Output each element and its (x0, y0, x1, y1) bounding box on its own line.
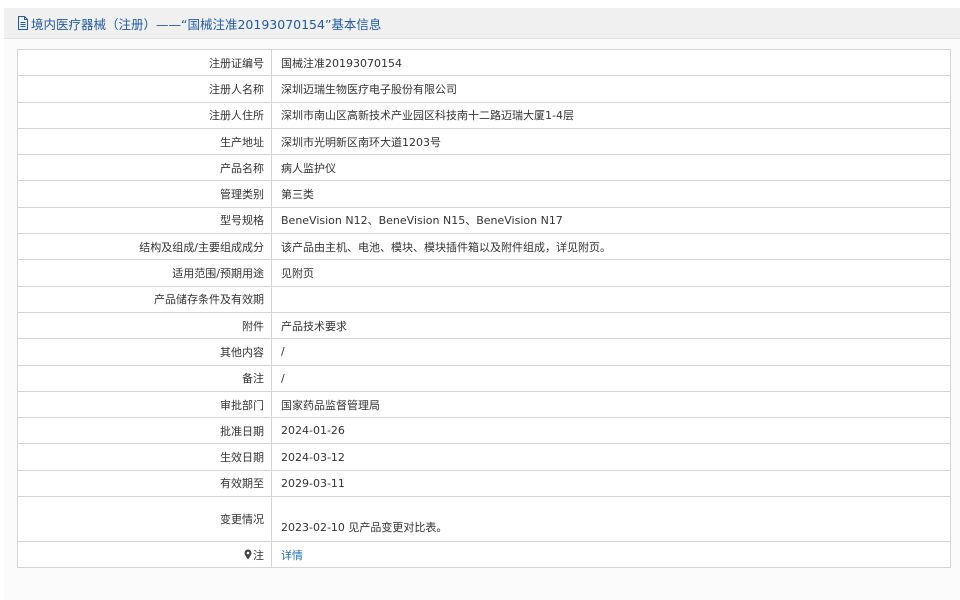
table-row: 产品储存条件及有效期 (17, 285, 951, 313)
info-table: 注册证编号 国械注准20193070154 注册人名称 深圳迈瑞生物医疗电子股份… (17, 48, 951, 569)
table-row: 产品名称 病人监护仪 (17, 154, 951, 182)
row-label: 适用范围/预期用途 (17, 259, 272, 287)
row-value: 病人监护仪 (271, 154, 951, 182)
row-label: 注册人住所 (17, 101, 272, 129)
row-value: 深圳迈瑞生物医疗电子股份有限公司 (271, 75, 951, 103)
table-row: 批准日期 2024-01-26 (17, 417, 951, 445)
table-row: 变更情况 2023-02-10 见产品变更对比表。 (17, 496, 951, 543)
row-value: 该产品由主机、电池、模块、模块插件箱以及附件组成，详见附页。 (271, 233, 951, 261)
table-row: 型号规格 BeneVision N12、BeneVision N15、BeneV… (17, 206, 951, 235)
table-row: 注册人住所 深圳市南山区高新技术产业园区科技南十二路迈瑞大厦1-4层 (17, 101, 951, 129)
row-value: 产品技术要求 (271, 311, 951, 340)
row-value: 见附页 (271, 259, 951, 287)
note-label: 注 (253, 548, 264, 562)
row-label: 产品储存条件及有效期 (17, 285, 272, 313)
row-value: 2024-01-26 (271, 417, 951, 445)
details-link[interactable]: 详情 (281, 549, 303, 562)
row-value: / (271, 338, 951, 366)
page-title: 境内医疗器械（注册）——“国械注准20193070154”基本信息 (31, 16, 382, 32)
note-value-cell: 详情 (271, 541, 951, 569)
row-value: 第三类 (271, 180, 951, 208)
table-row: 生效日期 2024-03-12 (17, 443, 951, 471)
pin-icon (244, 549, 252, 560)
row-label: 生效日期 (17, 443, 272, 471)
page-header: 境内医疗器械（注册）——“国械注准20193070154”基本信息 (4, 8, 960, 39)
row-label: 有效期至 (17, 469, 272, 498)
table-row: 注册人名称 深圳迈瑞生物医疗电子股份有限公司 (17, 75, 951, 103)
page: 境内医疗器械（注册）——“国械注准20193070154”基本信息 注册证编号 … (0, 0, 960, 600)
row-value: 深圳市南山区高新技术产业园区科技南十二路迈瑞大厦1-4层 (271, 101, 951, 129)
row-value: 2029-03-11 (271, 469, 951, 498)
row-label: 变更情况 (17, 496, 272, 543)
table-row: 审批部门 国家药品监督管理局 (17, 390, 951, 419)
table-row: 管理类别 第三类 (17, 180, 951, 208)
table-row: 其他内容 / (17, 338, 951, 366)
row-label: 产品名称 (17, 154, 272, 182)
row-value: 2023-02-10 见产品变更对比表。 (271, 496, 951, 543)
row-value: 国械注准20193070154 (271, 48, 951, 77)
row-label: 备注 (17, 364, 272, 392)
row-value: 国家药品监督管理局 (271, 390, 951, 419)
table-row: 备注 / (17, 364, 951, 392)
note-label-cell: 注 (17, 541, 272, 569)
row-label: 管理类别 (17, 180, 272, 208)
row-label: 注册人名称 (17, 75, 272, 103)
table-row: 注册证编号 国械注准20193070154 (17, 48, 951, 77)
table-row: 有效期至 2029-03-11 (17, 469, 951, 498)
row-label: 型号规格 (17, 206, 272, 235)
row-value (271, 285, 951, 313)
row-label: 注册证编号 (17, 48, 272, 77)
table-row: 生产地址 深圳市光明新区南环大道1203号 (17, 127, 951, 156)
row-value: 2024-03-12 (271, 443, 951, 471)
table-row: 适用范围/预期用途 见附页 (17, 259, 951, 287)
row-value: / (271, 364, 951, 392)
row-value: 深圳市光明新区南环大道1203号 (271, 127, 951, 156)
row-label: 批准日期 (17, 417, 272, 445)
table-row: 结构及组成/主要组成成分 该产品由主机、电池、模块、模块插件箱以及附件组成，详见… (17, 233, 951, 261)
row-label: 其他内容 (17, 338, 272, 366)
document-icon (17, 16, 29, 30)
note-row: 注 详情 (17, 541, 951, 569)
row-label: 附件 (17, 311, 272, 340)
row-label: 审批部门 (17, 390, 272, 419)
row-label: 结构及组成/主要组成成分 (17, 233, 272, 261)
table-row: 附件 产品技术要求 (17, 311, 951, 340)
row-label: 生产地址 (17, 127, 272, 156)
row-value: BeneVision N12、BeneVision N15、BeneVision… (271, 206, 951, 235)
